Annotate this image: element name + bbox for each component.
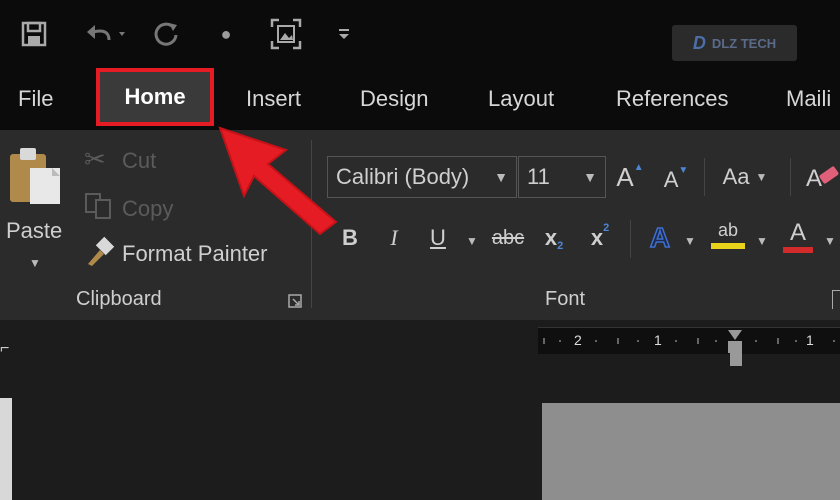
- text-effects-button[interactable]: A: [644, 218, 676, 258]
- ruler-number: 1: [806, 332, 814, 348]
- superscript-button[interactable]: x 2: [584, 220, 616, 256]
- screenshot-icon[interactable]: [266, 14, 306, 54]
- ruler-tab-selector-icon[interactable]: ⌐: [0, 340, 9, 358]
- underline-dropdown-icon[interactable]: ▼: [466, 234, 478, 248]
- paste-dropdown-icon[interactable]: ▼: [29, 256, 41, 270]
- document-page[interactable]: [542, 403, 840, 500]
- paste-label[interactable]: Paste: [6, 218, 62, 244]
- redo-icon[interactable]: [146, 14, 186, 54]
- highlight-button[interactable]: ab: [708, 216, 748, 252]
- customize-icon[interactable]: [324, 14, 364, 54]
- change-case-button[interactable]: Aa ▼: [716, 156, 774, 198]
- bold-label: B: [342, 225, 358, 250]
- clipboard-dialog-launcher-icon[interactable]: [287, 293, 303, 309]
- svg-text:A: A: [806, 165, 822, 192]
- italic-button[interactable]: I: [380, 220, 408, 256]
- underline-button[interactable]: U: [424, 220, 452, 256]
- chevron-down-icon[interactable]: ▼: [494, 169, 516, 185]
- chevron-down-icon: ▼: [755, 170, 768, 184]
- save-icon[interactable]: [14, 14, 54, 54]
- text-effects-label: A: [649, 221, 671, 254]
- font-name-value: Calibri (Body): [336, 164, 470, 189]
- tab-home-label: Home: [124, 84, 186, 109]
- tab-references[interactable]: References: [616, 86, 729, 112]
- cut-label[interactable]: Cut: [122, 148, 156, 174]
- strikethrough-button[interactable]: abc: [488, 220, 528, 256]
- annotation-arrow-icon: [214, 126, 344, 241]
- watermark-logo: D DLZ TECH: [672, 25, 797, 61]
- font-name-combo[interactable]: Calibri (Body) ▼: [327, 156, 517, 198]
- toolbar-separator: [630, 220, 631, 258]
- highlight-label: ab: [717, 219, 739, 240]
- subscript-button[interactable]: x 2: [538, 220, 570, 256]
- superscript-label: x: [590, 225, 604, 250]
- copy-icon: [84, 192, 114, 225]
- grow-font-icon: ▲: [633, 161, 644, 173]
- font-dialog-launcher-icon[interactable]: [832, 290, 840, 309]
- tab-design[interactable]: Design: [360, 86, 428, 112]
- logo-mark-icon: D: [692, 32, 706, 53]
- copy-label[interactable]: Copy: [122, 196, 173, 222]
- font-color-dropdown-icon[interactable]: ▼: [824, 234, 836, 248]
- format-painter-label[interactable]: Format Painter: [122, 241, 268, 267]
- italic-label: I: [390, 225, 398, 250]
- ruler-number: 1: [654, 332, 662, 348]
- superscript-mark: 2: [603, 222, 610, 234]
- strikethrough-label: abc: [491, 226, 525, 249]
- undo-icon[interactable]: [74, 14, 134, 54]
- subscript-label: x: [544, 225, 558, 250]
- subscript-mark: 2: [557, 240, 564, 252]
- shrink-font-button[interactable]: A ▼: [660, 160, 692, 200]
- clear-formatting-icon[interactable]: A: [804, 160, 840, 201]
- ruler-number: 2: [574, 332, 582, 348]
- dot-icon[interactable]: ●: [206, 14, 246, 54]
- vertical-ruler[interactable]: [0, 398, 12, 500]
- toolbar-separator: [790, 158, 791, 196]
- indent-marker-icon[interactable]: [730, 352, 742, 366]
- text-effects-dropdown-icon[interactable]: ▼: [684, 234, 696, 248]
- tab-insert[interactable]: Insert: [246, 86, 301, 112]
- tab-layout[interactable]: Layout: [488, 86, 554, 112]
- horizontal-ruler[interactable]: 2 1 1: [538, 327, 840, 354]
- font-color-label: A: [789, 219, 806, 246]
- format-painter-icon: [84, 236, 116, 273]
- underline-label: U: [430, 225, 446, 250]
- ribbon-home: Paste ▼ ✂ Cut Copy Format Painter Clipbo…: [0, 130, 840, 320]
- clipboard-group-label: Clipboard: [76, 288, 162, 310]
- logo-text: DLZ TECH: [711, 35, 777, 51]
- grow-font-button[interactable]: A ▲: [614, 156, 646, 198]
- font-size-value: 11: [527, 164, 550, 189]
- cut-icon: ✂: [84, 144, 106, 174]
- font-group-label: Font: [545, 288, 586, 310]
- shrink-font-icon: ▼: [678, 164, 689, 176]
- grow-font-label: A: [616, 161, 634, 192]
- chevron-down-icon[interactable]: ▼: [583, 169, 605, 185]
- font-color-bar: [783, 247, 813, 253]
- shrink-font-label: A: [663, 167, 679, 192]
- toolbar-separator: [704, 158, 705, 196]
- highlight-dropdown-icon[interactable]: ▼: [756, 234, 768, 248]
- paste-icon[interactable]: [8, 146, 66, 206]
- highlight-color-bar: [711, 242, 745, 249]
- font-color-button[interactable]: A: [782, 216, 814, 256]
- change-case-label: Aa: [722, 164, 750, 189]
- font-size-combo[interactable]: 11 ▼: [518, 156, 606, 198]
- tab-home[interactable]: Home: [96, 68, 214, 126]
- tab-file[interactable]: File: [18, 86, 53, 112]
- tab-mailings[interactable]: Maili: [786, 86, 831, 112]
